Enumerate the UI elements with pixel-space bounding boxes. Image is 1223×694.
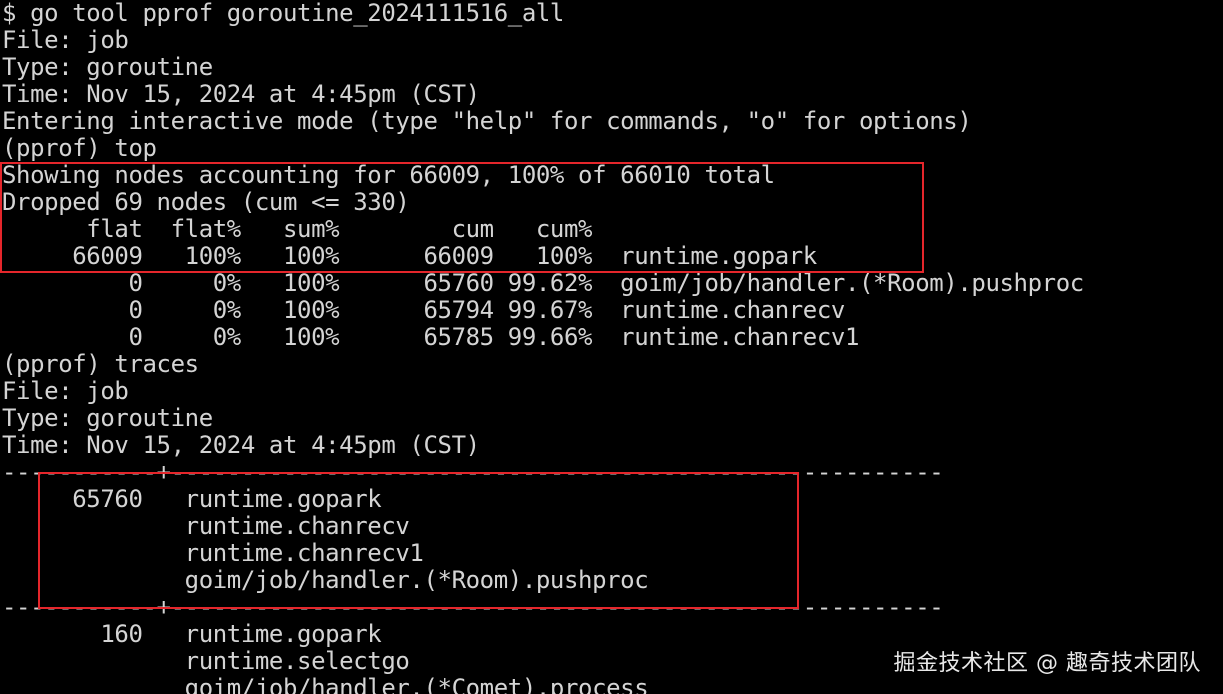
top-table-row: 0 0% 100% 65794 99.67% runtime.chanrecv xyxy=(2,296,845,324)
trace-line: runtime.selectgo xyxy=(2,647,410,675)
terminal-window[interactable]: $ go tool pprof goroutine_2024111516_all… xyxy=(0,0,1223,694)
trace-line: 160 runtime.gopark xyxy=(2,620,382,648)
trace-line: goim/job/handler.(*Comet).process xyxy=(2,674,649,694)
shell-command-line: $ go tool pprof goroutine_2024111516_all xyxy=(2,0,564,27)
profile-time-line: Time: Nov 15, 2024 at 4:45pm (CST) xyxy=(2,80,480,108)
profile-file-line: File: job xyxy=(2,26,129,54)
top-table-row: 0 0% 100% 65760 99.62% goim/job/handler.… xyxy=(2,269,1084,297)
pprof-traces-command: (pprof) traces xyxy=(2,350,199,378)
trace-highlight-box xyxy=(38,472,799,609)
interactive-mode-line: Entering interactive mode (type "help" f… xyxy=(2,107,972,135)
watermark-text: 掘金技术社区 @ 趣奇技术团队 xyxy=(893,651,1201,676)
profile-type-line: Type: goroutine xyxy=(2,53,213,81)
profile-file-line: File: job xyxy=(2,377,129,405)
profile-time-line: Time: Nov 15, 2024 at 4:45pm (CST) xyxy=(2,431,480,459)
pprof-top-command: (pprof) top xyxy=(2,134,157,162)
top-highlight-box xyxy=(0,162,924,273)
top-table-row: 0 0% 100% 65785 99.66% runtime.chanrecv1 xyxy=(2,323,860,351)
profile-type-line: Type: goroutine xyxy=(2,404,213,432)
